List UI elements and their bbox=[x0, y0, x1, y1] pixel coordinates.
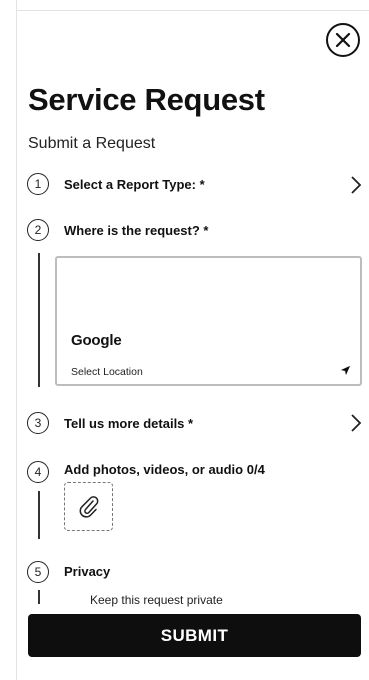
location-map[interactable]: Google Select Location bbox=[55, 256, 362, 386]
navigation-arrow-icon[interactable] bbox=[340, 365, 351, 376]
step-number-4: 4 bbox=[27, 461, 49, 483]
step-number-1: 1 bbox=[27, 173, 49, 195]
step-location: Where is the request? * bbox=[64, 223, 209, 238]
frame-top-border bbox=[16, 10, 369, 11]
frame-left-border bbox=[16, 0, 17, 680]
step-report-type[interactable]: Select a Report Type: * bbox=[64, 177, 205, 192]
submit-button[interactable]: SUBMIT bbox=[28, 614, 361, 657]
google-logo: Google bbox=[71, 332, 122, 349]
step-details[interactable]: Tell us more details * bbox=[64, 416, 193, 431]
select-location-input[interactable]: Select Location bbox=[71, 366, 143, 378]
step-connector-line bbox=[38, 253, 40, 387]
step-connector-line bbox=[38, 590, 40, 604]
step-number-2: 2 bbox=[27, 219, 49, 241]
step-privacy: Privacy bbox=[64, 564, 111, 579]
chevron-right-icon[interactable] bbox=[349, 413, 363, 433]
step-number-5: 5 bbox=[27, 561, 49, 583]
page-subtitle: Submit a Request bbox=[28, 135, 156, 152]
keep-private-option[interactable]: Keep this request private bbox=[90, 593, 223, 607]
paperclip-icon bbox=[79, 495, 98, 518]
page-title: Service Request bbox=[28, 82, 265, 117]
step-number-3: 3 bbox=[27, 412, 49, 434]
add-attachment-button[interactable] bbox=[64, 482, 113, 531]
close-button[interactable] bbox=[326, 23, 360, 57]
close-circle-icon bbox=[335, 32, 351, 48]
chevron-right-icon[interactable] bbox=[349, 175, 363, 195]
step-connector-line bbox=[38, 491, 40, 539]
step-attachments: Add photos, videos, or audio 0/4 bbox=[64, 462, 265, 477]
